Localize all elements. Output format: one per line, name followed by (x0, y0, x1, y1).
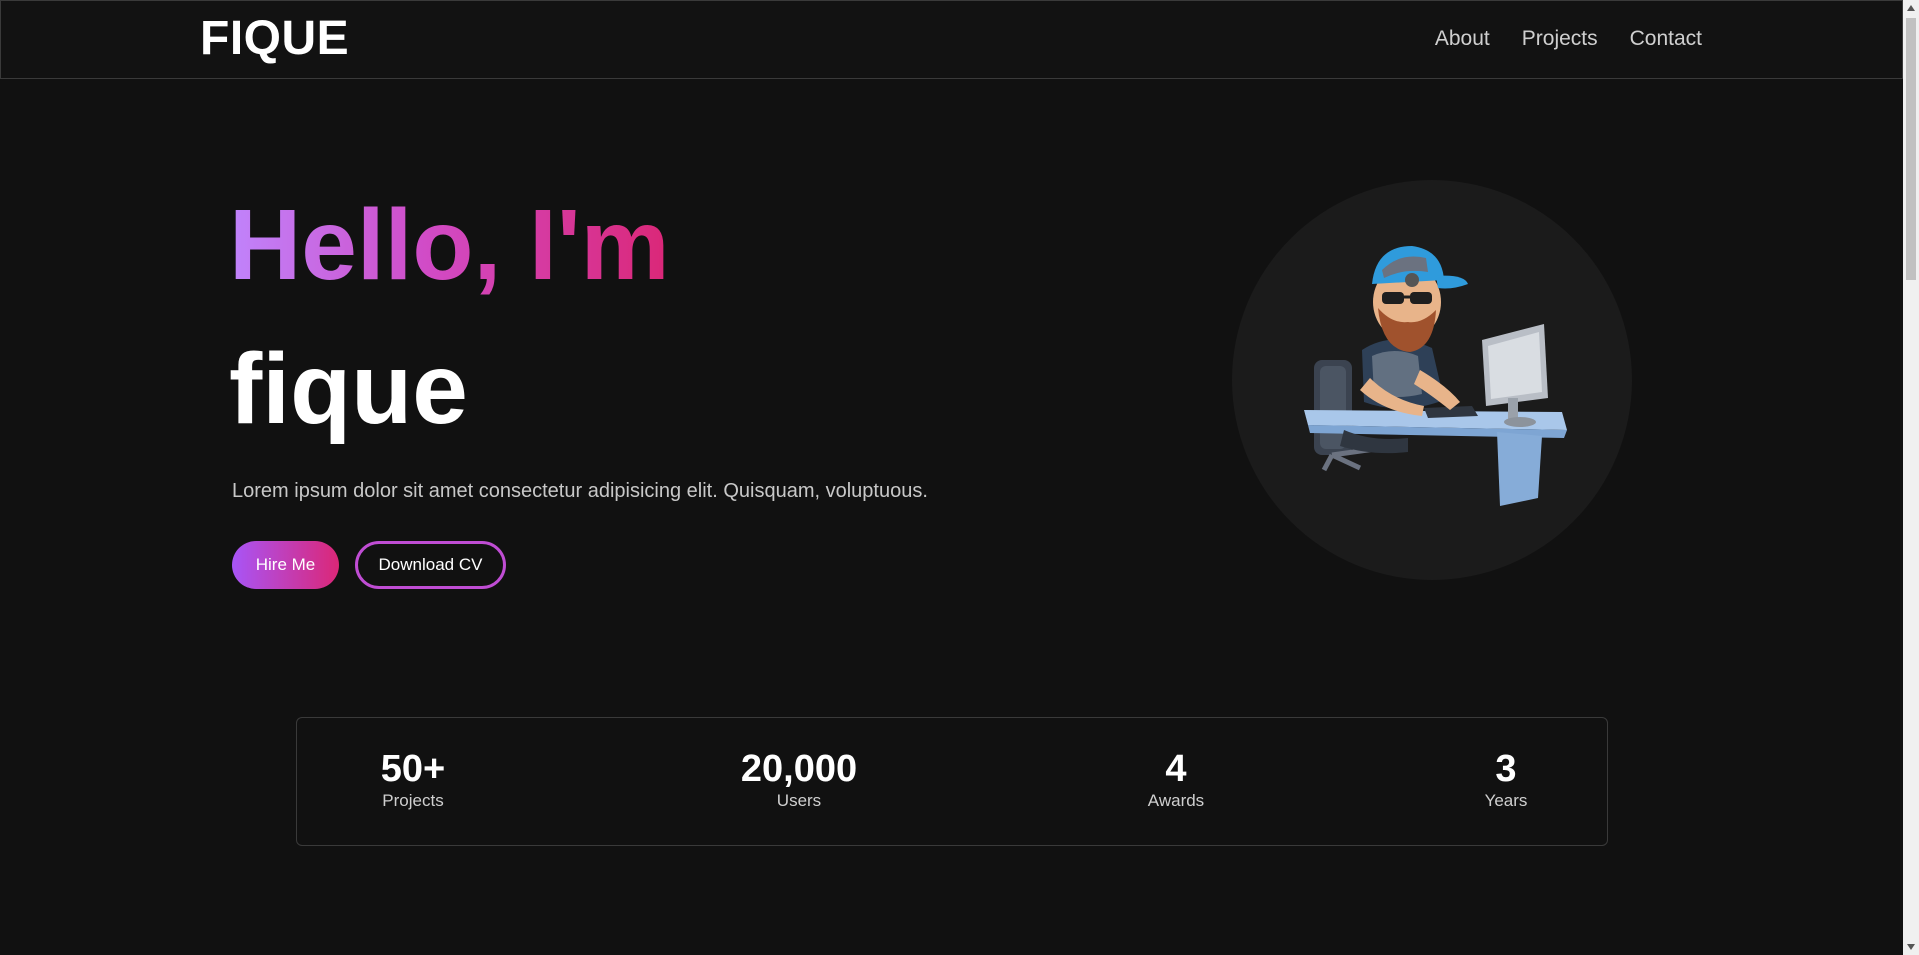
triangle-down-icon[interactable] (1903, 939, 1919, 955)
stat-value: 50+ (380, 748, 446, 790)
stat-label: Users (776, 791, 822, 810)
stats-panel: 50+ Projects 20,000 Users 4 Awards 3 Yea… (296, 717, 1608, 846)
vertical-scrollbar[interactable] (1903, 0, 1919, 955)
scrollbar-thumb[interactable] (1906, 18, 1916, 280)
navbar: FIQUE About Projects Contact (0, 0, 1903, 79)
stat-awards: 4 Awards (1148, 748, 1204, 812)
person-icon (1360, 246, 1468, 416)
nav-link-contact[interactable]: Contact (1630, 25, 1702, 53)
stat-label: Years (1484, 791, 1528, 810)
hero-greeting: Hello, I'm (229, 189, 670, 301)
developer-avatar-icon (1304, 246, 1567, 506)
stat-projects: 50+ Projects (381, 748, 445, 812)
stat-value: 20,000 (740, 748, 858, 790)
stat-users: 20,000 Users (741, 748, 857, 812)
nav-link-about[interactable]: About (1435, 25, 1490, 53)
hero-description: Lorem ipsum dolor sit amet consectetur a… (232, 480, 928, 502)
stat-label: Projects (382, 791, 444, 810)
hero-name: fique (229, 333, 468, 445)
hire-me-button[interactable]: Hire Me (232, 541, 339, 589)
brand-logo[interactable]: FIQUE (200, 11, 349, 67)
stat-label: Awards (1147, 791, 1205, 810)
nav-links: About Projects Contact (1435, 25, 1702, 53)
stat-years: 3 Years (1485, 748, 1528, 812)
avatar-circle (1232, 180, 1632, 580)
triangle-up-icon[interactable] (1903, 0, 1919, 16)
download-cv-button[interactable]: Download CV (355, 541, 506, 589)
stat-value: 4 (1165, 748, 1187, 790)
stat-value: 3 (1495, 748, 1517, 790)
nav-link-projects[interactable]: Projects (1522, 25, 1598, 53)
